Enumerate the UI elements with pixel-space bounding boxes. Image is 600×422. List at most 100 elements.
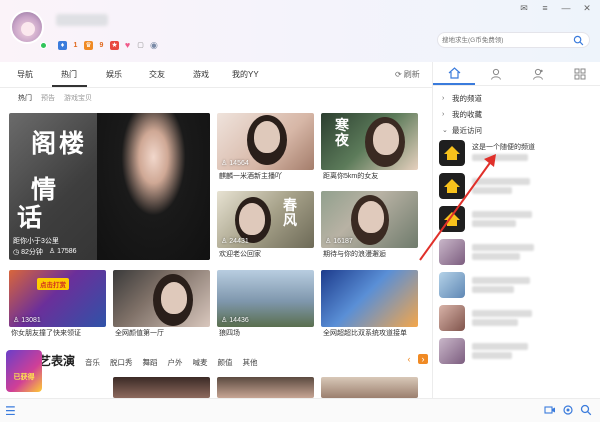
search-icon[interactable] [573,35,584,46]
eye-icon[interactable]: ◉ [149,41,159,50]
active-tab-indicator [52,85,87,87]
channel-title[interactable]: 麒麟一米酒新主播吖 [219,171,282,181]
recent-item[interactable] [439,334,597,367]
channel-title[interactable]: 距离你5km的女友 [323,171,378,181]
tab-social[interactable]: 交友 [149,69,165,80]
category-other[interactable]: 其他 [243,357,258,368]
recent-name: 这是一个随便的频道 [472,144,535,151]
channel-title[interactable]: 全网颜值第一厅 [115,328,164,338]
channel-card[interactable]: 点击打赏 ♙ 13081 [9,270,106,327]
channel-card[interactable] [113,377,210,398]
channel-title[interactable]: 你女朋友撞了快来领证 [11,328,81,338]
channel-card[interactable]: 寒夜 [321,113,418,170]
search-box[interactable] [437,32,590,48]
minimize-icon[interactable]: — [561,3,571,14]
tab-my-yy[interactable]: 我的YY [232,69,259,80]
category-music[interactable]: 音乐 [85,357,100,368]
channel-card[interactable] [321,270,418,327]
tab-navigation[interactable]: 导航 [17,69,33,80]
close-icon[interactable]: ✕ [582,3,592,14]
banner-char-4: 话 [17,203,43,232]
subtab-hot[interactable]: 热门 [18,93,32,103]
video-icon[interactable] [544,404,556,416]
viewer-count: ♙ 24431 [221,237,249,246]
channel-title[interactable]: 欢迎老公回家 [219,249,261,259]
top-nav: 导航 热门 娱乐 交友 游戏 我的YY ⟳ 刷新 [0,62,432,88]
side-tab-home[interactable] [433,62,475,85]
recent-item[interactable] [439,235,597,268]
medal-badge-icon[interactable]: ♛ [84,41,93,50]
gift-badge-icon[interactable]: ★ [110,41,119,50]
promo-badge[interactable]: 已获得 [6,350,42,392]
banner-viewers: ♙ 17586 [48,248,77,255]
recent-item[interactable]: 这是一个随便的频道 [439,136,597,169]
settings-icon[interactable] [562,404,574,416]
channel-card[interactable] [217,377,314,398]
online-status-dot [40,42,47,49]
user-badges: ♦ 1 ♛ 9 ★ ♥ ▢ ◉ [58,41,159,50]
heart-icon[interactable]: ♥ [123,41,132,50]
search-icon[interactable] [580,404,592,416]
channel-thumbnail [439,304,465,331]
promo-label: 已获得 [13,374,35,381]
refresh-button[interactable]: ⟳ 刷新 [395,69,420,80]
channel-card[interactable]: 春风 ♙ 24431 [217,191,314,248]
recent-item[interactable] [439,268,597,301]
user-avatar[interactable] [10,10,44,44]
channel-thumbnail [439,337,465,364]
vip-badge-icon[interactable]: ♦ [58,41,67,50]
featured-banner[interactable]: 阁 楼 情 话 距你小于3公里 ◷ 82分钟 ♙ 17586 [9,113,210,260]
category-dance[interactable]: 舞蹈 [143,357,158,368]
category-shouting[interactable]: 喊麦 [193,357,208,368]
window-controls: ✉ ≡ — ✕ [519,3,592,14]
recent-list: 这是一个随便的频道 [439,136,597,367]
prev-arrow-icon[interactable]: ‹ [404,354,414,364]
chevron-right-icon: › [442,94,445,102]
search-input[interactable] [442,33,562,47]
viewer-count: ♙ 14564 [221,159,249,168]
side-tabs [433,62,600,86]
side-tab-contacts[interactable] [517,62,559,85]
channel-card[interactable]: ♙ 16187 [321,191,418,248]
tab-games[interactable]: 游戏 [193,69,209,80]
user-icon [491,68,501,80]
channel-thumbnail [439,238,465,265]
subtab-preview[interactable]: 预告 [41,93,55,103]
channel-links: › 我的频道 › 我的收藏 ⌄ 最近访问 [442,90,482,138]
my-channels-link[interactable]: › 我的频道 [442,90,482,106]
channel-card[interactable]: ♙ 14564 [217,113,314,170]
viewer-count: ♙ 16187 [325,237,353,246]
side-tab-friends[interactable] [475,62,517,85]
recent-item[interactable] [439,169,597,202]
sub-nav: 热门 预告 游戏宝贝 [18,93,92,103]
banner-char-1: 阁 [31,129,57,158]
channel-title[interactable]: 期待与你的浪漫邂逅 [323,249,386,259]
category-outdoor[interactable]: 户外 [168,357,183,368]
tab-hot[interactable]: 热门 [61,69,77,80]
category-looks[interactable]: 颜值 [218,357,233,368]
bottom-bar: ☰ [0,398,600,422]
side-tab-apps[interactable] [559,62,600,85]
channel-card[interactable]: ♙ 14436 [217,270,314,327]
username-blurred [56,14,108,26]
lock-icon[interactable]: ▢ [136,41,145,50]
channel-title[interactable]: 狼四场 [219,328,240,338]
channel-title[interactable]: 全网超超比双系统攻道接单 [323,328,407,338]
my-favorites-link[interactable]: › 我的收藏 [442,106,482,122]
category-talkshow[interactable]: 脱口秀 [110,357,133,368]
channel-card[interactable] [321,377,418,398]
mail-icon[interactable]: ✉ [519,3,529,14]
main-content: 导航 热门 娱乐 交友 游戏 我的YY ⟳ 刷新 热门 预告 游戏宝贝 阁 楼 … [0,62,432,398]
subtab-game-babes[interactable]: 游戏宝贝 [64,93,92,103]
recent-item[interactable] [439,202,597,235]
section-pager: ‹ › [404,354,428,364]
channel-card[interactable] [113,270,210,327]
menu-icon[interactable]: ≡ [540,3,550,14]
fans-badge[interactable]: 9 [97,41,106,50]
recent-item[interactable] [439,301,597,334]
hamburger-menu-icon[interactable]: ☰ [5,404,16,418]
thumb-calligraphy: 春风 [283,198,297,229]
tab-entertainment[interactable]: 娱乐 [106,69,122,80]
level-badge[interactable]: 1 [71,41,80,50]
next-arrow-icon[interactable]: › [418,354,428,364]
